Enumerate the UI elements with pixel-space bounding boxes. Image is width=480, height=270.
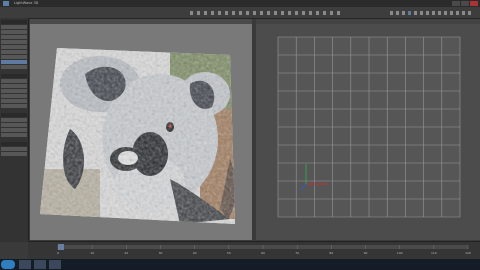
timeline-ruler[interactable]: 0 10 20 30 40 50 60 70 80 90 100 110 120 bbox=[28, 242, 480, 260]
toolbar-button[interactable] bbox=[330, 11, 333, 15]
sidebar-button[interactable] bbox=[1, 40, 27, 44]
sidebar-button[interactable] bbox=[1, 25, 27, 29]
texture-viewport[interactable] bbox=[30, 19, 252, 240]
toolbar-button[interactable] bbox=[309, 11, 312, 15]
toolbar-button[interactable] bbox=[246, 11, 249, 15]
toolbar-button[interactable] bbox=[190, 11, 193, 15]
perspective-viewport[interactable] bbox=[256, 19, 480, 240]
sidebar-button[interactable] bbox=[1, 30, 27, 34]
sidebar-group-header bbox=[1, 74, 27, 78]
sidebar-button[interactable] bbox=[1, 65, 27, 69]
close-button[interactable] bbox=[470, 1, 478, 6]
toolbar-button[interactable] bbox=[211, 11, 214, 15]
timeline-frame-label: 0 bbox=[57, 251, 59, 255]
koala-image bbox=[40, 48, 235, 224]
toolbar-button[interactable] bbox=[288, 11, 291, 15]
timeline-frame-label: 90 bbox=[364, 251, 368, 255]
toolbar-button[interactable] bbox=[450, 11, 453, 15]
perspective-viewport-header bbox=[256, 19, 480, 24]
toolbar-button[interactable] bbox=[274, 11, 277, 15]
toolbar-button[interactable] bbox=[468, 11, 471, 15]
toolbar-button[interactable] bbox=[462, 11, 465, 15]
timeline-frame-label: 80 bbox=[329, 251, 333, 255]
toolbar-button[interactable] bbox=[204, 11, 207, 15]
sidebar-button[interactable] bbox=[1, 84, 27, 88]
timeline-frame-label: 10 bbox=[90, 251, 94, 255]
toolbar-button[interactable] bbox=[444, 11, 447, 15]
sidebar-button[interactable] bbox=[1, 152, 27, 156]
window-title: LightWave 3D bbox=[14, 1, 39, 5]
toolbar-button[interactable] bbox=[396, 11, 399, 15]
timeline-slider bbox=[58, 244, 64, 250]
timeline-frame-label: 20 bbox=[124, 251, 128, 255]
texture-viewport-header bbox=[30, 19, 252, 24]
sidebar-button[interactable] bbox=[1, 55, 27, 59]
timeline-frame-label: 70 bbox=[295, 251, 299, 255]
sidebar-button[interactable] bbox=[1, 104, 27, 108]
start-button[interactable] bbox=[1, 260, 15, 269]
sidebar-group-header bbox=[1, 20, 27, 24]
toolbar-button[interactable] bbox=[239, 11, 242, 15]
timeline-frame-label: 110 bbox=[431, 251, 437, 255]
taskbar-app-icon[interactable] bbox=[19, 260, 31, 269]
toolbar-button[interactable] bbox=[456, 11, 459, 15]
toolbar-button[interactable] bbox=[316, 11, 319, 15]
sidebar-button[interactable] bbox=[1, 35, 27, 39]
taskbar bbox=[0, 259, 480, 270]
sidebar-button[interactable] bbox=[1, 79, 27, 83]
toolbar-button[interactable] bbox=[414, 11, 417, 15]
toolbar-button[interactable] bbox=[232, 11, 235, 15]
toolbar-button[interactable] bbox=[438, 11, 441, 15]
timeline-frame-label: 120 bbox=[465, 251, 471, 255]
timeline-frame-label: 100 bbox=[397, 251, 403, 255]
toolbar-button[interactable] bbox=[225, 11, 228, 15]
tool-sidebar bbox=[0, 18, 29, 242]
toolbar-button[interactable] bbox=[337, 11, 340, 15]
minimize-button[interactable] bbox=[452, 1, 460, 6]
timeline-frame-label: 40 bbox=[193, 251, 197, 255]
sidebar-group-header bbox=[1, 142, 27, 146]
sidebar-button[interactable] bbox=[1, 147, 27, 151]
sidebar-button[interactable] bbox=[1, 94, 27, 98]
sidebar-button[interactable] bbox=[1, 99, 27, 103]
taskbar-app-icon[interactable] bbox=[49, 260, 61, 269]
toolbar-button[interactable] bbox=[295, 11, 298, 15]
toolbar-button[interactable] bbox=[260, 11, 263, 15]
sidebar-button[interactable] bbox=[1, 60, 27, 64]
toolbar-button[interactable] bbox=[408, 11, 411, 15]
sidebar-button[interactable] bbox=[1, 45, 27, 49]
timeline-frame-label: 30 bbox=[159, 251, 163, 255]
maximize-button[interactable] bbox=[461, 1, 469, 6]
timeline-frame-label: 60 bbox=[261, 251, 265, 255]
toolbar-button[interactable] bbox=[402, 11, 405, 15]
sidebar-button[interactable] bbox=[1, 50, 27, 54]
toolbar-button[interactable] bbox=[420, 11, 423, 15]
app-icon bbox=[3, 1, 9, 6]
sidebar-button[interactable] bbox=[1, 123, 27, 127]
sidebar-group-header bbox=[1, 113, 27, 117]
title-bar bbox=[0, 0, 480, 7]
toolbar-button[interactable] bbox=[267, 11, 270, 15]
toolbar-button[interactable] bbox=[390, 11, 393, 15]
toolbar-button[interactable] bbox=[432, 11, 435, 15]
sidebar-button[interactable] bbox=[1, 133, 27, 137]
toolbar-button[interactable] bbox=[218, 11, 221, 15]
timeline[interactable]: 0 10 20 30 40 50 60 70 80 90 100 110 120 bbox=[28, 241, 480, 260]
taskbar-app-icon[interactable] bbox=[34, 260, 46, 269]
toolbar-button[interactable] bbox=[253, 11, 256, 15]
sidebar-button[interactable] bbox=[1, 89, 27, 93]
sidebar-button[interactable] bbox=[1, 128, 27, 132]
viewport-grid bbox=[277, 36, 461, 218]
toolbar-button[interactable] bbox=[302, 11, 305, 15]
toolbar-button[interactable] bbox=[426, 11, 429, 15]
timeline-frame-label: 50 bbox=[227, 251, 231, 255]
toolbar-button[interactable] bbox=[197, 11, 200, 15]
sidebar-button[interactable] bbox=[1, 118, 27, 122]
toolbar-button[interactable] bbox=[281, 11, 284, 15]
toolbar-button[interactable] bbox=[323, 11, 326, 15]
